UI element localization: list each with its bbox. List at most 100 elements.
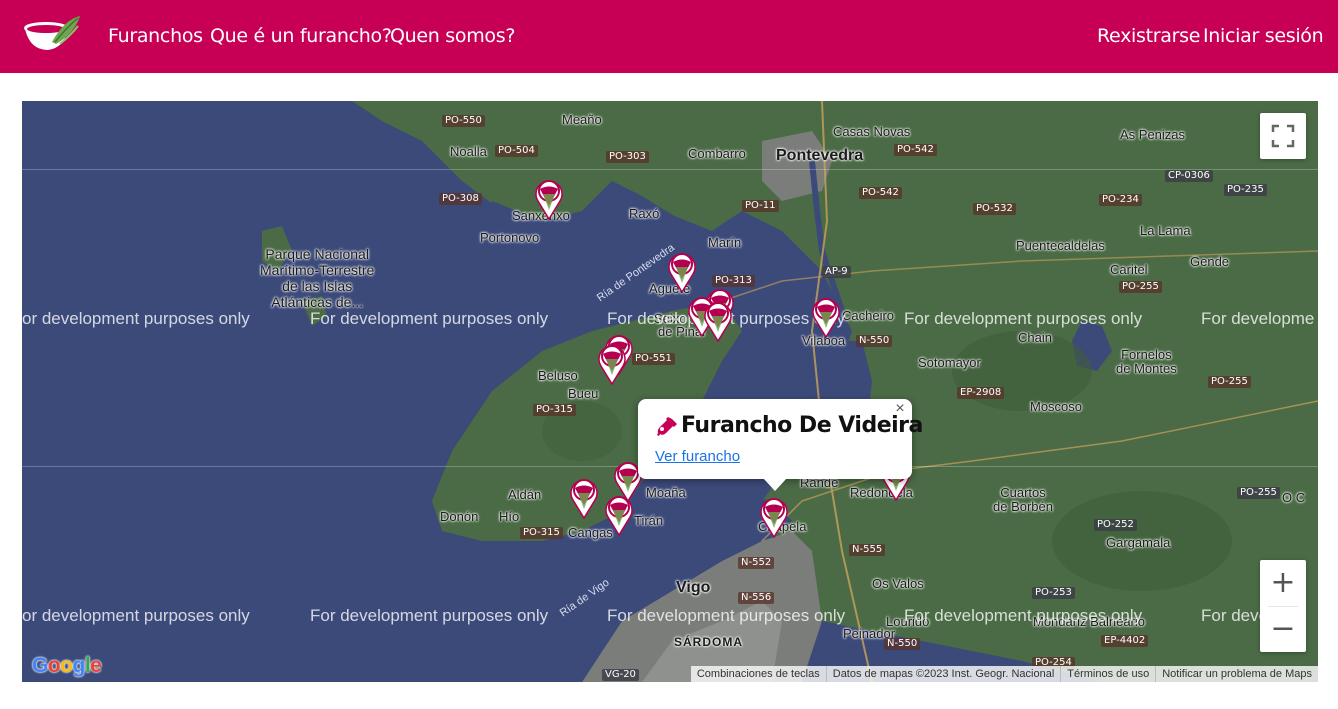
place-label: O C — [1282, 490, 1306, 505]
place-label: Chain — [1018, 330, 1052, 345]
road-shield: PO-235 — [1224, 184, 1267, 196]
road-shield: VG-20 — [602, 669, 639, 681]
road-shield: PO-234 — [1099, 194, 1142, 206]
road-shield: PO-532 — [973, 203, 1016, 215]
furancho-marker[interactable] — [568, 475, 600, 519]
road-shield: N-550 — [856, 335, 893, 347]
road-shield: PO-255 — [1208, 376, 1251, 388]
road-shield: PO-252 — [1094, 519, 1137, 531]
zoom-out-button[interactable]: − — [1260, 606, 1306, 652]
zoom-in-button[interactable]: + — [1260, 560, 1306, 606]
dev-watermark: For development purposes only — [904, 606, 1143, 625]
furancho-marker-selected[interactable] — [758, 494, 790, 538]
furancho-marker[interactable] — [533, 176, 565, 220]
register-link[interactable]: Rexistrarse — [1097, 24, 1200, 48]
place-label: Portonovo — [480, 230, 540, 245]
place-label: Pontevedra — [776, 147, 864, 164]
map-data-text: Datos de mapas ©2023 Inst. Geogr. Nacion… — [825, 666, 1061, 682]
place-label: Bueu — [568, 386, 599, 401]
login-link[interactable]: Iniciar sesión — [1203, 24, 1324, 48]
place-label: Gargamala — [1106, 535, 1171, 550]
road-shield: PO-504 — [495, 145, 538, 157]
place-label: Beluso — [538, 368, 578, 383]
road-shield: N-556 — [738, 592, 775, 604]
furancho-marker[interactable] — [603, 492, 635, 536]
place-label: La Lama — [1140, 223, 1191, 238]
info-window-title: Furancho De Videira — [681, 413, 923, 438]
place-label: Fornelos de Montes — [1116, 347, 1177, 376]
road-shield: PO-253 — [1032, 587, 1075, 599]
top-navbar: Furanchos Que é un furancho? Quen somos?… — [0, 0, 1338, 73]
fullscreen-icon — [1271, 124, 1295, 148]
furancho-marker[interactable] — [702, 298, 734, 342]
dev-watermark: For development purposes only — [310, 606, 549, 625]
road-shield: CP-0306 — [1165, 170, 1213, 182]
road-shield: PO-542 — [859, 187, 902, 199]
nav-link-quen-somos[interactable]: Quen somos? — [390, 24, 515, 48]
place-label: Donón — [440, 509, 479, 524]
road-shield: PO-550 — [442, 115, 485, 127]
bowl-logo[interactable] — [22, 12, 82, 54]
place-label: Hío — [499, 509, 520, 524]
road-shield: PO-303 — [606, 151, 649, 163]
furancho-marker[interactable] — [810, 294, 842, 338]
road-shield: PO-315 — [520, 527, 563, 539]
place-label: Moscoso — [1030, 399, 1083, 414]
road-shield: PO-542 — [894, 144, 937, 156]
place-label: Cacheiro — [842, 308, 895, 323]
place-label: Marín — [708, 235, 742, 250]
place-label: Meaño — [562, 112, 602, 127]
road-shield: PO-255 — [1237, 487, 1280, 499]
map-terrain — [22, 101, 1318, 682]
road-shield: PO-551 — [632, 353, 675, 365]
dev-watermark: For development purposes only — [904, 309, 1143, 328]
place-label: Gende — [1190, 254, 1230, 269]
wine-bottle-icon — [657, 417, 677, 436]
dev-watermark: For deve — [1201, 606, 1269, 625]
place-label: Sotomayor — [918, 355, 981, 370]
dev-watermark: For development purposes only — [310, 309, 549, 328]
place-label: Vigo — [676, 579, 711, 596]
dev-watermark: or development purposes only — [22, 606, 250, 625]
place-label: As Penizas — [1120, 127, 1186, 142]
dev-watermark: For developme — [1201, 309, 1315, 328]
place-label-park: Parque Nacional Marítimo-Terrestre de la… — [260, 246, 375, 310]
view-furancho-link[interactable]: Ver furancho — [655, 448, 740, 465]
nav-link-furanchos[interactable]: Furanchos — [108, 24, 203, 48]
place-label: Raxó — [629, 206, 660, 221]
place-label: Os Valos — [872, 576, 924, 591]
info-window-tail — [763, 478, 787, 491]
place-label: SÁRDOMA — [674, 635, 743, 649]
place-label: Puentecaldelas — [1016, 238, 1105, 253]
road-shield: EP-4402 — [1101, 635, 1149, 647]
close-icon[interactable]: × — [892, 401, 908, 417]
info-window: Furancho De Videira Ver furancho × — [638, 399, 923, 479]
report-problem-link[interactable]: Notificar un problema de Maps — [1155, 666, 1318, 682]
road-shield: PO-11 — [742, 200, 779, 212]
road-shield: EP-2908 — [957, 387, 1005, 399]
place-label: Combarro — [688, 146, 746, 161]
nav-link-que-e[interactable]: Que é un furancho? — [210, 24, 392, 48]
keyboard-shortcuts-link[interactable]: Combinaciones de teclas — [691, 666, 826, 682]
place-label: Noalla — [450, 144, 487, 159]
furancho-marker[interactable] — [596, 341, 628, 385]
dev-watermark: or development purposes only — [22, 309, 250, 328]
place-label: Cuartos de Borbén — [993, 485, 1053, 514]
dev-watermark: For development purposes only — [607, 606, 846, 625]
place-label: Casas Novas — [833, 124, 911, 139]
zoom-control: + − — [1260, 560, 1306, 652]
fullscreen-button[interactable] — [1260, 113, 1306, 159]
google-logo[interactable]: Google — [32, 654, 102, 678]
place-label: Moaña — [646, 485, 686, 500]
map-canvas[interactable]: Pontevedra Vigo Meaño Noalla Combarro Ca… — [22, 101, 1318, 682]
road-shield: PO-255 — [1119, 281, 1162, 293]
road-shield: PO-315 — [533, 404, 576, 416]
road-shield: AP-9 — [822, 266, 851, 278]
place-label: Tirán — [634, 513, 664, 528]
place-label: Aldán — [508, 487, 542, 502]
map-gridline — [22, 169, 1318, 170]
place-label: Caritel — [1110, 262, 1148, 277]
road-shield: N-552 — [738, 557, 775, 569]
furancho-marker[interactable] — [666, 249, 698, 293]
terms-link[interactable]: Términos de uso — [1060, 666, 1155, 682]
